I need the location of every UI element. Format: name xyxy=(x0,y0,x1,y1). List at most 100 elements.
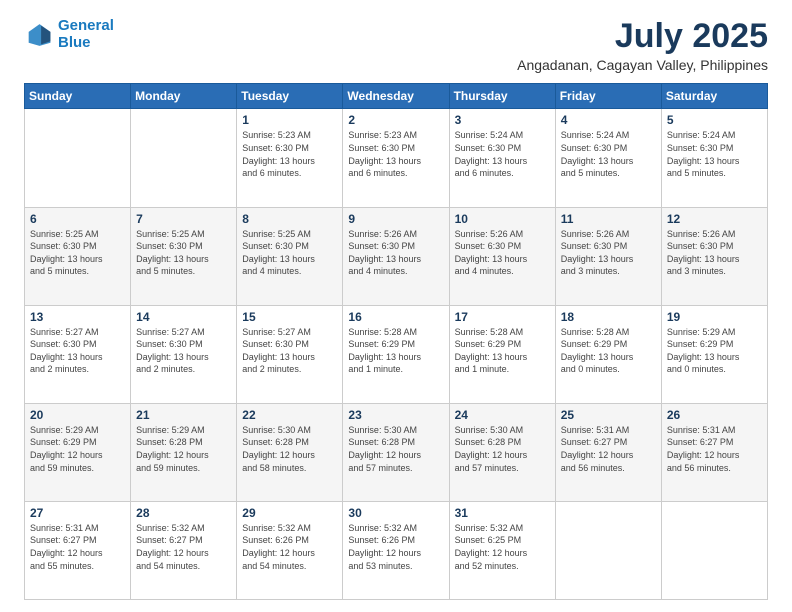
day-info: Sunrise: 5:23 AM Sunset: 6:30 PM Dayligh… xyxy=(348,129,443,179)
day-number: 26 xyxy=(667,408,762,422)
day-info: Sunrise: 5:29 AM Sunset: 6:28 PM Dayligh… xyxy=(136,424,231,474)
calendar-cell: 10 Sunrise: 5:26 AM Sunset: 6:30 PM Dayli… xyxy=(449,207,555,305)
day-info: Sunrise: 5:30 AM Sunset: 6:28 PM Dayligh… xyxy=(348,424,443,474)
calendar-cell: 3Sunrise: 5:24 AM Sunset: 6:30 PM Daylig… xyxy=(449,109,555,207)
day-info: Sunrise: 5:27 AM Sunset: 6:30 PM Dayligh… xyxy=(242,326,337,376)
calendar-day-header: Tuesday xyxy=(237,84,343,109)
day-number: 13 xyxy=(30,310,125,324)
calendar-cell: 2 Sunrise: 5:23 AM Sunset: 6:30 PM Daylig… xyxy=(343,109,449,207)
day-number: 25 xyxy=(561,408,656,422)
calendar-cell: 31Sunrise: 5:32 AM Sunset: 6:25 PM Dayli… xyxy=(449,501,555,599)
day-number: 3 xyxy=(455,113,550,127)
day-info: Sunrise: 5:28 AM Sunset: 6:29 PM Dayligh… xyxy=(455,326,550,376)
calendar-cell: 27 Sunrise: 5:31 AM Sunset: 6:27 PM Dayli… xyxy=(25,501,131,599)
calendar-cell: 4Sunrise: 5:24 AM Sunset: 6:30 PM Daylig… xyxy=(555,109,661,207)
day-info: Sunrise: 5:31 AM Sunset: 6:27 PM Dayligh… xyxy=(30,522,125,572)
day-number: 20 xyxy=(30,408,125,422)
calendar-cell: 11 Sunrise: 5:26 AM Sunset: 6:30 PM Dayli… xyxy=(555,207,661,305)
page: General Blue July 2025 Angadanan, Cagaya… xyxy=(0,0,792,612)
day-number: 18 xyxy=(561,310,656,324)
logo-general: General xyxy=(58,17,114,34)
day-number: 28 xyxy=(136,506,231,520)
day-info: Sunrise: 5:30 AM Sunset: 6:28 PM Dayligh… xyxy=(242,424,337,474)
day-number: 10 xyxy=(455,212,550,226)
calendar-cell: 16 Sunrise: 5:28 AM Sunset: 6:29 PM Dayli… xyxy=(343,305,449,403)
calendar-cell: 29 Sunrise: 5:32 AM Sunset: 6:26 PM Dayli… xyxy=(237,501,343,599)
calendar-cell: 15 Sunrise: 5:27 AM Sunset: 6:30 PM Dayli… xyxy=(237,305,343,403)
day-info: Sunrise: 5:32 AM Sunset: 6:26 PM Dayligh… xyxy=(348,522,443,572)
day-number: 17 xyxy=(455,310,550,324)
day-number: 12 xyxy=(667,212,762,226)
day-info: Sunrise: 5:30 AM Sunset: 6:28 PM Dayligh… xyxy=(455,424,550,474)
day-number: 2 xyxy=(348,113,443,127)
day-number: 5 xyxy=(667,113,762,127)
main-title: July 2025 xyxy=(517,18,768,55)
calendar-cell xyxy=(661,501,767,599)
day-info: Sunrise: 5:24 AM Sunset: 6:30 PM Dayligh… xyxy=(667,129,762,179)
day-number: 11 xyxy=(561,212,656,226)
day-info: Sunrise: 5:26 AM Sunset: 6:30 PM Dayligh… xyxy=(348,228,443,278)
day-info: Sunrise: 5:26 AM Sunset: 6:30 PM Dayligh… xyxy=(561,228,656,278)
day-number: 24 xyxy=(455,408,550,422)
calendar-day-header: Monday xyxy=(131,84,237,109)
calendar-cell: 12 Sunrise: 5:26 AM Sunset: 6:30 PM Dayli… xyxy=(661,207,767,305)
day-number: 1 xyxy=(242,113,337,127)
day-number: 16 xyxy=(348,310,443,324)
calendar-week-row: 13 Sunrise: 5:27 AM Sunset: 6:30 PM Dayli… xyxy=(25,305,768,403)
calendar-cell: 20 Sunrise: 5:29 AM Sunset: 6:29 PM Dayli… xyxy=(25,403,131,501)
calendar-cell: 22Sunrise: 5:30 AM Sunset: 6:28 PM Dayli… xyxy=(237,403,343,501)
day-number: 8 xyxy=(242,212,337,226)
calendar-day-header: Sunday xyxy=(25,84,131,109)
subtitle: Angadanan, Cagayan Valley, Philippines xyxy=(517,57,768,73)
calendar-day-header: Wednesday xyxy=(343,84,449,109)
calendar-cell: 30 Sunrise: 5:32 AM Sunset: 6:26 PM Dayli… xyxy=(343,501,449,599)
calendar-week-row: 27 Sunrise: 5:31 AM Sunset: 6:27 PM Dayli… xyxy=(25,501,768,599)
calendar-week-row: 20 Sunrise: 5:29 AM Sunset: 6:29 PM Dayli… xyxy=(25,403,768,501)
header: General Blue July 2025 Angadanan, Cagaya… xyxy=(24,18,768,73)
day-number: 7 xyxy=(136,212,231,226)
day-number: 14 xyxy=(136,310,231,324)
day-info: Sunrise: 5:31 AM Sunset: 6:27 PM Dayligh… xyxy=(561,424,656,474)
title-block: July 2025 Angadanan, Cagayan Valley, Phi… xyxy=(517,18,768,73)
day-number: 31 xyxy=(455,506,550,520)
calendar-cell: 28Sunrise: 5:32 AM Sunset: 6:27 PM Dayli… xyxy=(131,501,237,599)
calendar-cell xyxy=(25,109,131,207)
day-info: Sunrise: 5:31 AM Sunset: 6:27 PM Dayligh… xyxy=(667,424,762,474)
day-info: Sunrise: 5:32 AM Sunset: 6:26 PM Dayligh… xyxy=(242,522,337,572)
calendar-day-header: Friday xyxy=(555,84,661,109)
day-info: Sunrise: 5:27 AM Sunset: 6:30 PM Dayligh… xyxy=(136,326,231,376)
day-info: Sunrise: 5:25 AM Sunset: 6:30 PM Dayligh… xyxy=(242,228,337,278)
day-number: 21 xyxy=(136,408,231,422)
calendar-cell: 24 Sunrise: 5:30 AM Sunset: 6:28 PM Dayli… xyxy=(449,403,555,501)
calendar-cell: 8 Sunrise: 5:25 AM Sunset: 6:30 PM Daylig… xyxy=(237,207,343,305)
calendar-cell: 14 Sunrise: 5:27 AM Sunset: 6:30 PM Dayli… xyxy=(131,305,237,403)
day-info: Sunrise: 5:29 AM Sunset: 6:29 PM Dayligh… xyxy=(667,326,762,376)
day-info: Sunrise: 5:26 AM Sunset: 6:30 PM Dayligh… xyxy=(455,228,550,278)
day-number: 29 xyxy=(242,506,337,520)
calendar-day-header: Saturday xyxy=(661,84,767,109)
day-number: 15 xyxy=(242,310,337,324)
calendar-cell: 18Sunrise: 5:28 AM Sunset: 6:29 PM Dayli… xyxy=(555,305,661,403)
calendar-table: SundayMondayTuesdayWednesdayThursdayFrid… xyxy=(24,83,768,600)
day-number: 6 xyxy=(30,212,125,226)
day-number: 27 xyxy=(30,506,125,520)
day-number: 19 xyxy=(667,310,762,324)
day-info: Sunrise: 5:28 AM Sunset: 6:29 PM Dayligh… xyxy=(348,326,443,376)
logo: General Blue xyxy=(24,18,114,51)
day-info: Sunrise: 5:29 AM Sunset: 6:29 PM Dayligh… xyxy=(30,424,125,474)
calendar-cell: 6Sunrise: 5:25 AM Sunset: 6:30 PM Daylig… xyxy=(25,207,131,305)
calendar-cell: 17 Sunrise: 5:28 AM Sunset: 6:29 PM Dayli… xyxy=(449,305,555,403)
day-number: 23 xyxy=(348,408,443,422)
calendar-cell: 25 Sunrise: 5:31 AM Sunset: 6:27 PM Dayli… xyxy=(555,403,661,501)
logo-text: General Blue xyxy=(58,18,114,51)
calendar-cell: 19 Sunrise: 5:29 AM Sunset: 6:29 PM Dayli… xyxy=(661,305,767,403)
calendar-cell: 7Sunrise: 5:25 AM Sunset: 6:30 PM Daylig… xyxy=(131,207,237,305)
day-info: Sunrise: 5:26 AM Sunset: 6:30 PM Dayligh… xyxy=(667,228,762,278)
logo-icon xyxy=(24,21,52,49)
calendar-cell: 13Sunrise: 5:27 AM Sunset: 6:30 PM Dayli… xyxy=(25,305,131,403)
day-info: Sunrise: 5:24 AM Sunset: 6:30 PM Dayligh… xyxy=(561,129,656,179)
calendar-cell: 21 Sunrise: 5:29 AM Sunset: 6:28 PM Dayli… xyxy=(131,403,237,501)
day-number: 30 xyxy=(348,506,443,520)
calendar-cell: 23 Sunrise: 5:30 AM Sunset: 6:28 PM Dayli… xyxy=(343,403,449,501)
day-number: 9 xyxy=(348,212,443,226)
